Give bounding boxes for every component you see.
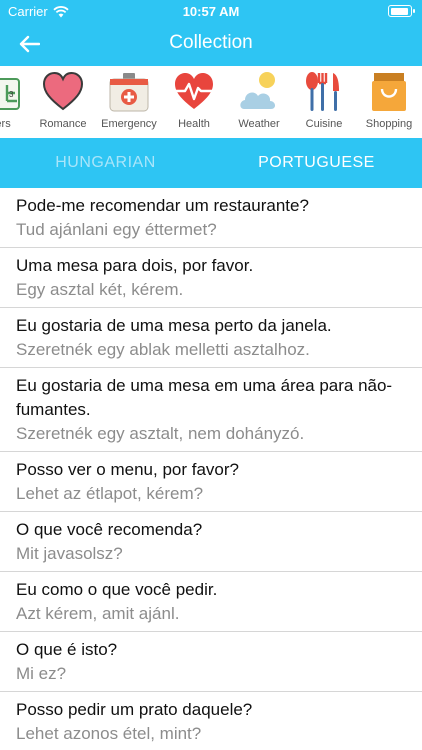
phrase-portuguese: Pode-me recomendar um restaurante?	[16, 196, 309, 215]
phrase-item[interactable]: Posso pedir um prato daquele? Lehet azon…	[0, 692, 422, 750]
phrase-item[interactable]: O que é isto? Mi ez?	[0, 632, 422, 692]
category-health[interactable]: Health	[162, 69, 226, 135]
weather-icon	[240, 72, 276, 109]
language-tabs: HUNGARIAN PORTUGUESE	[0, 138, 422, 188]
app-header: Carrier 10:57 AM Collection	[0, 0, 422, 66]
phrase-item[interactable]: Uma mesa para dois, por favor. Egy aszta…	[0, 248, 422, 308]
phrase-hungarian: Lehet az étlapot, kérem?	[16, 484, 204, 503]
category-romance[interactable]: Romance	[31, 69, 95, 135]
phrase-item[interactable]: Posso ver o menu, por favor? Lehet az ét…	[0, 452, 422, 512]
phrase-item[interactable]: O que você recomenda? Mit javasolsz?	[0, 512, 422, 572]
first-aid-kit-icon	[109, 73, 149, 112]
category-bar: 3 bers Romance Emergency Health Weather	[0, 66, 422, 138]
category-weather[interactable]: Weather	[227, 69, 291, 135]
phrase-list: Pode-me recomendar um restaurante? Tud a…	[0, 188, 422, 750]
phrase-item[interactable]: Eu gostaria de uma mesa em uma área para…	[0, 368, 422, 452]
nav-bar: Collection	[0, 22, 422, 66]
phrase-hungarian: Mi ez?	[16, 664, 67, 683]
phrase-portuguese: Eu gostaria de uma mesa perto da janela.	[16, 316, 332, 335]
category-label: Cuisine	[305, 118, 343, 130]
phrase-portuguese: Posso pedir um prato daquele?	[16, 700, 253, 719]
phrase-item[interactable]: Pode-me recomendar um restaurante? Tud a…	[0, 188, 422, 248]
phrase-item[interactable]: Eu como o que você pedir. Azt kérem, ami…	[0, 572, 422, 632]
phrase-hungarian: Mit javasolsz?	[16, 544, 123, 563]
phrase-hungarian: Egy asztal két, kérem.	[16, 280, 184, 299]
category-label: Romance	[39, 118, 87, 130]
category-label: Health	[178, 118, 210, 130]
tab-portuguese[interactable]: PORTUGUESE	[211, 138, 422, 188]
category-shopping[interactable]: Shopping	[357, 69, 421, 135]
phrase-hungarian: Tud ajánlani egy éttermet?	[16, 220, 217, 239]
category-label: Weather	[238, 118, 280, 130]
heart-icon	[42, 71, 84, 111]
phrase-portuguese: Posso ver o menu, por favor?	[16, 460, 240, 479]
heartbeat-icon	[175, 73, 213, 109]
phrase-portuguese: Eu gostaria de uma mesa em uma área para…	[16, 376, 393, 419]
phrase-portuguese: O que é isto?	[16, 640, 118, 659]
phrase-portuguese: O que você recomenda?	[16, 520, 203, 539]
phrase-portuguese: Eu como o que você pedir.	[16, 580, 218, 599]
cutlery-icon	[306, 72, 339, 111]
category-cuisine[interactable]: Cuisine	[292, 69, 356, 135]
shopping-bag-icon	[372, 73, 406, 111]
numbers-icon: 3	[0, 78, 20, 110]
category-label: Shopping	[365, 118, 413, 130]
phrase-hungarian: Szeretnék egy ablak melletti asztalhoz.	[16, 340, 310, 359]
phrase-hungarian: Azt kérem, amit ajánl.	[16, 604, 180, 623]
phrase-hungarian: Lehet azonos étel, mint?	[16, 724, 202, 743]
page-title: Collection	[169, 32, 253, 53]
phrase-hungarian: Szeretnék egy asztalt, nem dohányzó.	[16, 424, 305, 443]
status-time: 10:57 AM	[182, 4, 240, 19]
phrase-portuguese: Uma mesa para dois, por favor.	[16, 256, 254, 275]
category-emergency[interactable]: Emergency	[97, 69, 161, 135]
status-bar: Carrier 10:57 AM	[0, 0, 422, 22]
svg-text:3: 3	[9, 90, 14, 99]
phrase-item[interactable]: Eu gostaria de uma mesa perto da janela.…	[0, 308, 422, 368]
tab-hungarian[interactable]: HUNGARIAN	[0, 138, 211, 188]
battery-icon	[388, 5, 415, 17]
category-label: Emergency	[101, 118, 157, 130]
